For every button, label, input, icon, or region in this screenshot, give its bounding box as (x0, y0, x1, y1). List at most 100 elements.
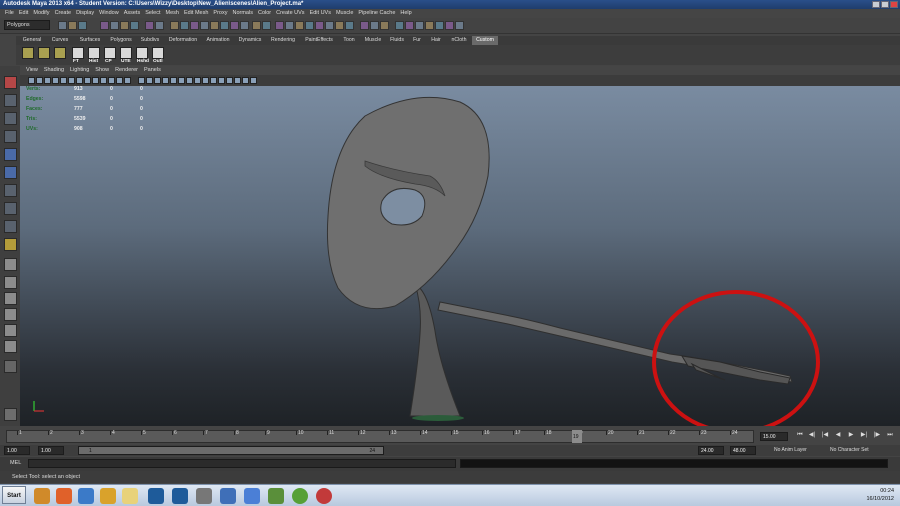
show-manip-icon[interactable] (4, 220, 17, 233)
menu-help[interactable]: Help (400, 10, 411, 16)
viewport-toolbar-icon[interactable] (202, 77, 209, 84)
tab-surfaces[interactable]: Surfaces (74, 36, 106, 45)
itunes-taskbar-icon[interactable] (78, 488, 94, 504)
outliner-icon[interactable] (4, 408, 17, 421)
viewport-toolbar-icon[interactable] (100, 77, 107, 84)
record-taskbar-icon[interactable] (316, 488, 332, 504)
shelf-button-ft[interactable] (72, 47, 84, 59)
status-line-icon[interactable] (262, 21, 271, 30)
go-to-start-icon[interactable]: ⏮ (796, 431, 804, 439)
layout-graph-icon[interactable] (4, 308, 17, 321)
status-line-icon[interactable] (335, 21, 344, 30)
layout-single-icon[interactable] (4, 258, 17, 271)
select-tool-icon[interactable] (4, 76, 17, 89)
viewport-toolbar-icon[interactable] (242, 77, 249, 84)
status-line-icon[interactable] (360, 21, 369, 30)
status-line-icon[interactable] (100, 21, 109, 30)
viewport-toolbar-icon[interactable] (234, 77, 241, 84)
status-line-icon[interactable] (325, 21, 334, 30)
menu-select[interactable]: Select (145, 10, 160, 16)
lasso-tool-icon[interactable] (4, 94, 17, 107)
shelf-icon-2[interactable] (38, 47, 50, 59)
anim-layer-selector[interactable]: No Anim Layer (774, 447, 807, 453)
status-line-icon[interactable] (305, 21, 314, 30)
status-line-icon[interactable] (425, 21, 434, 30)
menu-file[interactable]: File (5, 10, 14, 16)
tab-polygons[interactable]: Polygons (106, 36, 136, 45)
shelf-icon-1[interactable] (22, 47, 34, 59)
play-backward-icon[interactable]: ◀ (834, 431, 842, 439)
soft-mod-icon[interactable] (4, 202, 17, 215)
shelf-button-cp[interactable] (104, 47, 116, 59)
layout-hypershade-icon[interactable] (4, 340, 17, 353)
tab-dynamics[interactable]: Dynamics (234, 36, 266, 45)
status-line-icon[interactable] (220, 21, 229, 30)
status-line-icon[interactable] (315, 21, 324, 30)
firefox-taskbar-icon[interactable] (56, 488, 72, 504)
status-line-icon[interactable] (230, 21, 239, 30)
app-taskbar-icon[interactable] (196, 488, 212, 504)
word-taskbar-icon[interactable] (220, 488, 236, 504)
scale-tool-icon[interactable] (4, 166, 17, 179)
maya-taskbar-icon[interactable] (34, 488, 50, 504)
status-line-icon[interactable] (405, 21, 414, 30)
viewport-toolbar-icon[interactable] (124, 77, 131, 84)
chrome-taskbar-icon[interactable] (100, 488, 116, 504)
shelf-icon-3[interactable] (54, 47, 66, 59)
status-line-icon[interactable] (252, 21, 261, 30)
menu-normals[interactable]: Normals (232, 10, 252, 16)
close-button[interactable] (890, 1, 898, 8)
viewport-toolbar-icon[interactable] (44, 77, 51, 84)
step-forward-key-icon[interactable]: |▶ (873, 431, 881, 439)
viewport-toolbar-icon[interactable] (186, 77, 193, 84)
tab-deformation[interactable]: Deformation (164, 36, 202, 45)
shelf-button-ute[interactable] (120, 47, 132, 59)
shelf-button-outl[interactable] (152, 47, 164, 59)
step-back-key-icon[interactable]: ◀| (808, 431, 816, 439)
menu-create-uvs[interactable]: Create UVs (276, 10, 304, 16)
photoshop-taskbar-icon-2[interactable] (172, 488, 188, 504)
status-line-icon[interactable] (455, 21, 464, 30)
ie-taskbar-icon[interactable] (244, 488, 260, 504)
status-line-icon[interactable] (145, 21, 154, 30)
maximize-button[interactable] (881, 1, 889, 8)
status-line-icon[interactable] (295, 21, 304, 30)
range-slider[interactable]: 1 24 (78, 446, 384, 455)
status-line-icon[interactable] (170, 21, 179, 30)
status-line-icon[interactable] (435, 21, 444, 30)
viewport-toolbar-icon[interactable] (154, 77, 161, 84)
tab-muscle[interactable]: Muscle (360, 36, 386, 45)
status-line-icon[interactable] (130, 21, 139, 30)
menu-window[interactable]: Window (99, 10, 119, 16)
mode-selector[interactable]: Polygons (4, 20, 50, 30)
spotify-taskbar-icon[interactable] (292, 488, 308, 504)
photoshop-taskbar-icon-1[interactable] (148, 488, 164, 504)
menu-color[interactable]: Color (258, 10, 271, 16)
tab-curves[interactable]: Curves (46, 36, 74, 45)
layout-four-icon[interactable] (4, 276, 17, 289)
layout-custom-icon[interactable] (4, 360, 17, 373)
tab-ncloth[interactable]: nCloth (446, 36, 472, 45)
tab-hair[interactable]: Hair (426, 36, 446, 45)
character-set-selector[interactable]: No Character Set (830, 447, 869, 453)
menu-edit[interactable]: Edit (19, 10, 28, 16)
move-tool-icon[interactable] (4, 130, 17, 143)
status-line-icon[interactable] (285, 21, 294, 30)
menu-edit-uvs[interactable]: Edit UVs (310, 10, 331, 16)
manipulator-icon[interactable] (4, 184, 17, 197)
viewport-toolbar-icon[interactable] (52, 77, 59, 84)
viewport-toolbar-icon[interactable] (138, 77, 145, 84)
viewport-toolbar-icon[interactable] (218, 77, 225, 84)
tab-animation[interactable]: Animation (202, 36, 234, 45)
status-line-icon[interactable] (120, 21, 129, 30)
minimize-button[interactable] (872, 1, 880, 8)
status-line-icon[interactable] (395, 21, 404, 30)
viewport-toolbar-icon[interactable] (28, 77, 35, 84)
viewport-menu-show[interactable]: Show (95, 67, 109, 73)
shelf-button-hshd[interactable] (136, 47, 148, 59)
viewport-toolbar-icon[interactable] (194, 77, 201, 84)
time-slider[interactable]: 123456789101112131415161718192021222324 (6, 430, 754, 443)
viewport-toolbar-icon[interactable] (178, 77, 185, 84)
status-line-icon[interactable] (110, 21, 119, 30)
viewport-toolbar-icon[interactable] (92, 77, 99, 84)
